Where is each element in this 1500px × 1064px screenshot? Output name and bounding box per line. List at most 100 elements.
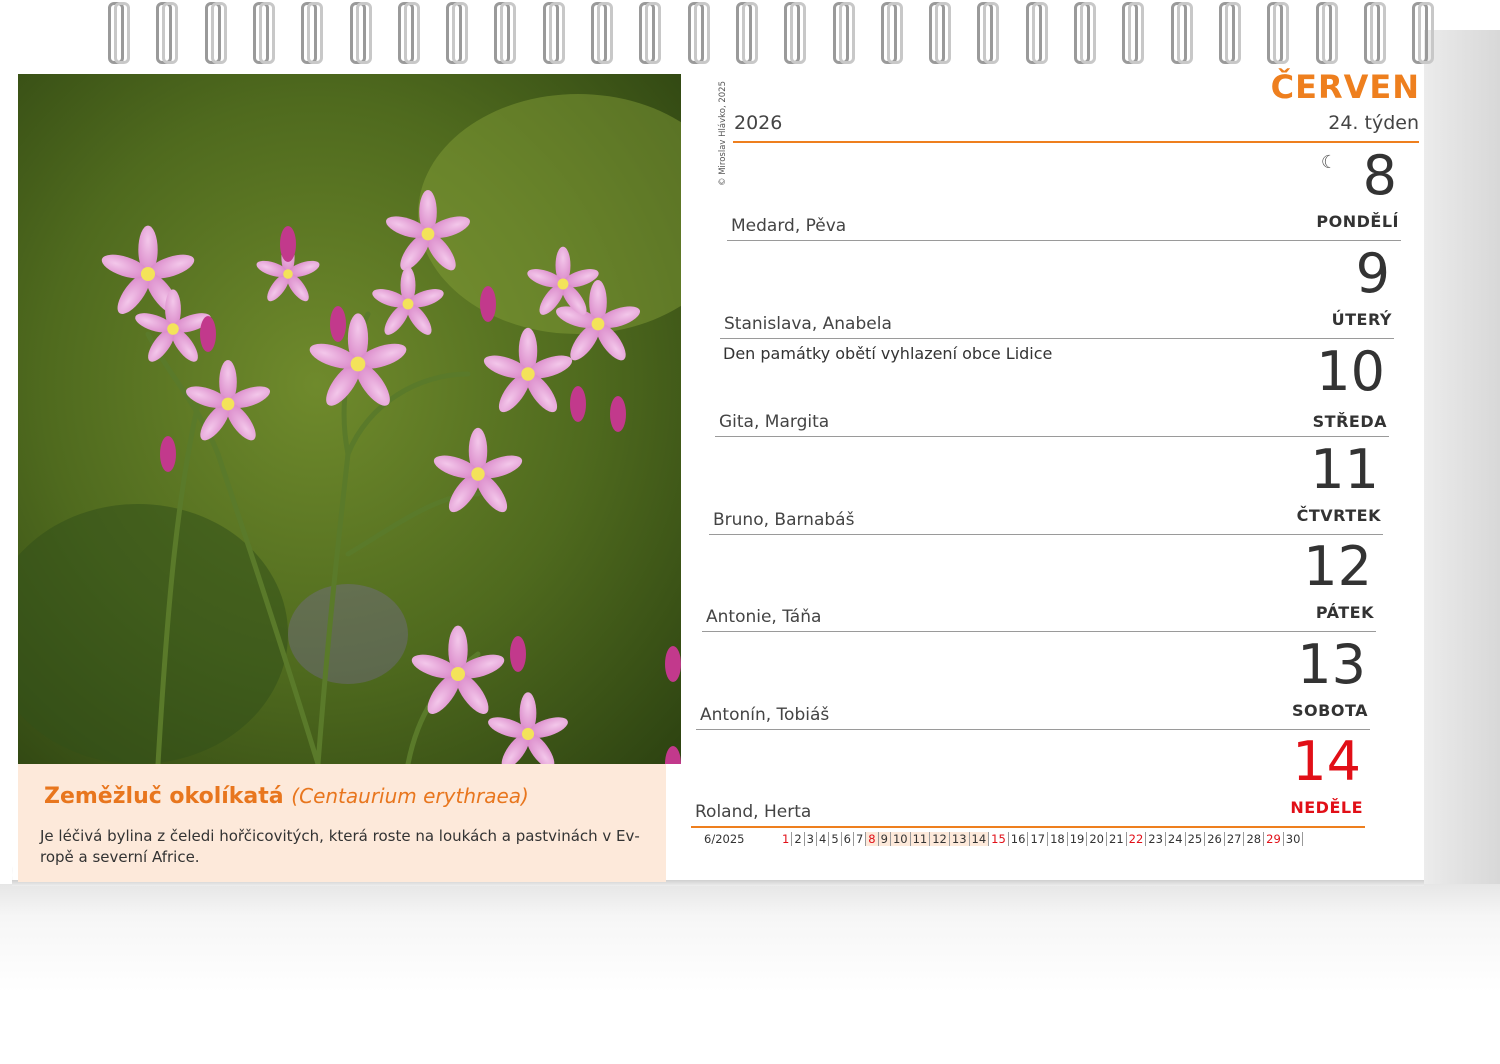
mini-calendar-day: 20 <box>1087 832 1107 846</box>
spiral-ring <box>1263 0 1290 64</box>
ring-wire <box>1031 2 1048 64</box>
weekday-label: NEDĚLE <box>1290 798 1363 817</box>
ring-wire <box>1369 2 1386 64</box>
spiral-ring <box>539 0 565 64</box>
moon-phase-icon: ☾ <box>1320 152 1337 173</box>
mini-calendar-days: 1 2 3 4 5 6 7 8 9 10 11 12 13 14 15 16 17 18 19 20 21 22 23 24 2… <box>780 832 1304 846</box>
flower-bud <box>610 396 626 432</box>
mini-calendar-day: 22 <box>1127 832 1147 846</box>
ring-wire <box>500 2 517 64</box>
mini-calendar-day: 14 <box>969 832 990 846</box>
mini-calendar-day: 1 <box>780 832 793 846</box>
spiral-ring <box>104 0 130 64</box>
mini-calendar-day: 11 <box>910 832 931 846</box>
day-divider <box>691 826 1365 828</box>
day-number: 9 <box>1355 242 1390 305</box>
flower-bud <box>160 436 176 472</box>
flower-bud <box>280 226 296 262</box>
flower-bud <box>200 316 216 352</box>
flower-center <box>521 367 535 381</box>
spiral-ring <box>1022 0 1048 64</box>
mini-calendar-day: 6 <box>842 832 854 846</box>
nameday-names: Roland, Herta <box>695 802 812 822</box>
spiral-ring <box>1312 0 1338 64</box>
day-divider <box>727 240 1401 241</box>
spiral-ring <box>780 0 807 64</box>
mini-calendar-day: 5 <box>829 832 842 846</box>
ring-wire <box>548 2 565 64</box>
ring-wire <box>983 2 1000 64</box>
nameday-names: Antonie, Táňa <box>706 607 822 627</box>
flower-center <box>283 269 293 279</box>
flower-center <box>402 298 414 310</box>
mini-calendar-day: 16 <box>1009 832 1029 846</box>
spiral-ring <box>587 0 613 64</box>
spiral-ring <box>346 0 372 64</box>
mini-calendar-day: 18 <box>1048 832 1068 846</box>
spiral-ring <box>1215 0 1241 64</box>
day-row-saturday: 13 SOBOTA Antonín, Tobiáš <box>696 635 1380 732</box>
weekday-label: ČTVRTEK <box>1296 506 1381 525</box>
caption-title: Zeměžluč okolíkatá (Centaurium erythraea… <box>44 784 529 809</box>
ring-wire <box>1273 2 1290 64</box>
spiral-ring <box>1070 0 1096 64</box>
holiday-label: Den památky obětí vyhlazení obce Lidice <box>723 344 1053 363</box>
ring-wire <box>1080 2 1096 64</box>
mini-calendar-day: 9 <box>878 832 891 846</box>
mini-calendar-label: 6/2025 <box>704 832 745 846</box>
day-row-friday: 12 PÁTEK Antonie, Táňa <box>702 537 1386 634</box>
day-number: 11 <box>1310 438 1379 501</box>
nameday-names: Antonín, Tobiáš <box>700 705 830 725</box>
header-divider <box>733 141 1419 143</box>
ring-wire <box>452 2 469 64</box>
flower-photo <box>18 74 681 764</box>
spiral-ring <box>732 0 758 64</box>
weekday-label: PONDĚLÍ <box>1316 212 1399 231</box>
day-row-sunday: 14 NEDĚLE Roland, Herta <box>691 730 1375 829</box>
spiral-ring <box>684 0 710 64</box>
spiral-ring <box>1408 0 1435 64</box>
spiral-ring <box>442 0 469 64</box>
mini-calendar-day: 26 <box>1205 832 1225 846</box>
mini-calendar-day: 19 <box>1068 832 1088 846</box>
mini-calendar-day: 29 <box>1264 832 1284 846</box>
day-row-monday: ☾ 8 PONDĚLÍ Medard, Pěva <box>727 146 1411 243</box>
ring-wire <box>114 2 130 64</box>
flower-center <box>221 397 235 411</box>
weekday-label: SOBOTA <box>1292 701 1368 720</box>
mini-calendar-day: 28 <box>1244 832 1265 846</box>
ring-wire <box>1224 2 1241 64</box>
day-divider <box>709 534 1383 535</box>
nameday-names: Gita, Margita <box>719 412 830 432</box>
week-label: 24. týden <box>1328 112 1419 134</box>
nameday-names: Bruno, Barnabáš <box>713 510 855 530</box>
weekday-label: STŘEDA <box>1312 412 1387 431</box>
spiral-ring <box>1360 0 1386 64</box>
spiral-ring <box>925 0 952 64</box>
mini-calendar-day: 8 <box>866 832 879 846</box>
flower-center <box>450 666 466 682</box>
day-number: 14 <box>1292 730 1361 793</box>
caption-description: Je léčivá bylina z čeledi hořčicovitých,… <box>40 827 640 866</box>
spiral-ring <box>201 0 227 64</box>
day-divider <box>702 631 1376 632</box>
mini-calendar-day: 2 <box>792 832 805 846</box>
spiral-binding <box>0 0 1500 70</box>
mini-calendar-day: 15 <box>989 832 1009 846</box>
mini-calendar-day: 17 <box>1028 832 1049 846</box>
flower-bud <box>330 306 346 342</box>
flower-bud <box>480 286 496 322</box>
spiral-ring <box>877 0 903 64</box>
ring-wire <box>1418 2 1435 64</box>
spiral-ring <box>1118 0 1145 64</box>
mini-month-calendar: 6/2025 1 2 3 4 5 6 7 8 9 10 11 12 13 14 15 16 17 18 19 20 21… <box>704 830 1394 850</box>
mini-calendar-day: 3 <box>805 832 817 846</box>
spiral-ring <box>829 0 855 64</box>
flower-bud <box>665 646 681 682</box>
mini-calendar-day: 25 <box>1186 832 1206 846</box>
ring-wire <box>258 2 275 64</box>
mini-calendar-day: 13 <box>949 832 970 846</box>
plant-name: Zeměžluč okolíkatá <box>44 784 284 809</box>
ring-wire <box>162 2 179 64</box>
spiral-ring <box>490 0 517 64</box>
